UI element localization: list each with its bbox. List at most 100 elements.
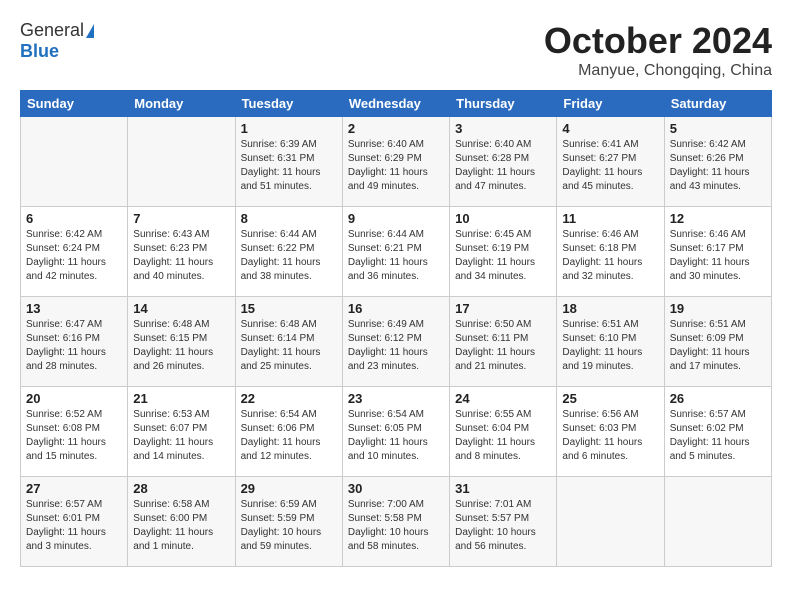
page-header: General Blue October 2024 Manyue, Chongq… [20, 20, 772, 80]
header-day-monday: Monday [128, 91, 235, 117]
month-title: October 2024 [544, 20, 772, 62]
day-cell [128, 117, 235, 207]
day-number: 8 [241, 211, 337, 226]
location-title: Manyue, Chongqing, China [544, 62, 772, 80]
logo: General Blue [20, 20, 94, 62]
day-info: Sunrise: 6:58 AM Sunset: 6:00 PM Dayligh… [133, 498, 229, 554]
logo-blue-text: Blue [20, 41, 59, 62]
day-info: Sunrise: 6:48 AM Sunset: 6:15 PM Dayligh… [133, 318, 229, 374]
day-number: 25 [562, 391, 658, 406]
day-cell: 6Sunrise: 6:42 AM Sunset: 6:24 PM Daylig… [21, 207, 128, 297]
day-number: 11 [562, 211, 658, 226]
week-row-1: 1 Sunrise: 6:39 AM Sunset: 6:31 PM Daylig… [21, 117, 772, 207]
day-cell: 23 Sunrise: 6:54 AM Sunset: 6:05 PM Dayli… [342, 387, 449, 477]
day-cell: 12 Sunrise: 6:46 AM Sunset: 6:17 PM Dayli… [664, 207, 771, 297]
day-cell: 27Sunrise: 6:57 AM Sunset: 6:01 PM Dayli… [21, 477, 128, 567]
day-number: 14 [133, 301, 229, 316]
day-cell: 9 Sunrise: 6:44 AM Sunset: 6:21 PM Daylig… [342, 207, 449, 297]
title-block: October 2024 Manyue, Chongqing, China [544, 20, 772, 80]
day-number: 26 [670, 391, 766, 406]
day-cell: 21 Sunrise: 6:53 AM Sunset: 6:07 PM Dayli… [128, 387, 235, 477]
day-number: 29 [241, 481, 337, 496]
day-number: 28 [133, 481, 229, 496]
day-cell: 8 Sunrise: 6:44 AM Sunset: 6:22 PM Daylig… [235, 207, 342, 297]
day-cell: 18 Sunrise: 6:51 AM Sunset: 6:10 PM Dayli… [557, 297, 664, 387]
day-number: 10 [455, 211, 551, 226]
day-info: Sunrise: 6:43 AM Sunset: 6:23 PM Dayligh… [133, 228, 229, 284]
day-number: 2 [348, 121, 444, 136]
day-cell: 26 Sunrise: 6:57 AM Sunset: 6:02 PM Dayli… [664, 387, 771, 477]
day-cell [557, 477, 664, 567]
day-info: Sunrise: 6:56 AM Sunset: 6:03 PM Dayligh… [562, 408, 658, 464]
week-row-5: 27Sunrise: 6:57 AM Sunset: 6:01 PM Dayli… [21, 477, 772, 567]
day-info: Sunrise: 6:39 AM Sunset: 6:31 PM Dayligh… [241, 138, 337, 194]
day-info: Sunrise: 6:40 AM Sunset: 6:28 PM Dayligh… [455, 138, 551, 194]
day-info: Sunrise: 6:45 AM Sunset: 6:19 PM Dayligh… [455, 228, 551, 284]
day-cell: 7Sunrise: 6:43 AM Sunset: 6:23 PM Daylig… [128, 207, 235, 297]
day-info: Sunrise: 6:48 AM Sunset: 6:14 PM Dayligh… [241, 318, 337, 374]
week-row-3: 13Sunrise: 6:47 AM Sunset: 6:16 PM Dayli… [21, 297, 772, 387]
day-number: 9 [348, 211, 444, 226]
day-cell: 3Sunrise: 6:40 AM Sunset: 6:28 PM Daylig… [450, 117, 557, 207]
day-info: Sunrise: 6:41 AM Sunset: 6:27 PM Dayligh… [562, 138, 658, 194]
day-info: Sunrise: 6:54 AM Sunset: 6:05 PM Dayligh… [348, 408, 444, 464]
day-cell: 14 Sunrise: 6:48 AM Sunset: 6:15 PM Dayli… [128, 297, 235, 387]
header-day-tuesday: Tuesday [235, 91, 342, 117]
day-info: Sunrise: 6:44 AM Sunset: 6:22 PM Dayligh… [241, 228, 337, 284]
day-number: 5 [670, 121, 766, 136]
day-info: Sunrise: 7:01 AM Sunset: 5:57 PM Dayligh… [455, 498, 551, 554]
day-cell: 28 Sunrise: 6:58 AM Sunset: 6:00 PM Dayli… [128, 477, 235, 567]
day-cell: 31 Sunrise: 7:01 AM Sunset: 5:57 PM Dayli… [450, 477, 557, 567]
day-number: 17 [455, 301, 551, 316]
day-info: Sunrise: 6:52 AM Sunset: 6:08 PM Dayligh… [26, 408, 122, 464]
day-number: 21 [133, 391, 229, 406]
day-cell: 25 Sunrise: 6:56 AM Sunset: 6:03 PM Dayli… [557, 387, 664, 477]
day-info: Sunrise: 6:55 AM Sunset: 6:04 PM Dayligh… [455, 408, 551, 464]
day-cell: 5Sunrise: 6:42 AM Sunset: 6:26 PM Daylig… [664, 117, 771, 207]
day-number: 31 [455, 481, 551, 496]
header-row: SundayMondayTuesdayWednesdayThursdayFrid… [21, 91, 772, 117]
day-number: 15 [241, 301, 337, 316]
day-cell [21, 117, 128, 207]
header-day-thursday: Thursday [450, 91, 557, 117]
day-info: Sunrise: 6:59 AM Sunset: 5:59 PM Dayligh… [241, 498, 337, 554]
day-cell: 19Sunrise: 6:51 AM Sunset: 6:09 PM Dayli… [664, 297, 771, 387]
day-number: 30 [348, 481, 444, 496]
day-cell: 29 Sunrise: 6:59 AM Sunset: 5:59 PM Dayli… [235, 477, 342, 567]
day-cell: 1 Sunrise: 6:39 AM Sunset: 6:31 PM Daylig… [235, 117, 342, 207]
day-info: Sunrise: 6:57 AM Sunset: 6:02 PM Dayligh… [670, 408, 766, 464]
day-cell: 2Sunrise: 6:40 AM Sunset: 6:29 PM Daylig… [342, 117, 449, 207]
day-number: 12 [670, 211, 766, 226]
day-info: Sunrise: 6:50 AM Sunset: 6:11 PM Dayligh… [455, 318, 551, 374]
day-info: Sunrise: 6:42 AM Sunset: 6:24 PM Dayligh… [26, 228, 122, 284]
day-cell: 15 Sunrise: 6:48 AM Sunset: 6:14 PM Dayli… [235, 297, 342, 387]
day-cell [664, 477, 771, 567]
day-number: 18 [562, 301, 658, 316]
week-row-2: 6Sunrise: 6:42 AM Sunset: 6:24 PM Daylig… [21, 207, 772, 297]
day-info: Sunrise: 6:46 AM Sunset: 6:17 PM Dayligh… [670, 228, 766, 284]
day-number: 4 [562, 121, 658, 136]
day-number: 16 [348, 301, 444, 316]
day-number: 23 [348, 391, 444, 406]
logo-triangle-icon [86, 24, 94, 38]
day-info: Sunrise: 6:49 AM Sunset: 6:12 PM Dayligh… [348, 318, 444, 374]
day-cell: 13Sunrise: 6:47 AM Sunset: 6:16 PM Dayli… [21, 297, 128, 387]
logo-general-text: General [20, 20, 84, 41]
day-cell: 20 Sunrise: 6:52 AM Sunset: 6:08 PM Dayli… [21, 387, 128, 477]
day-cell: 17 Sunrise: 6:50 AM Sunset: 6:11 PM Dayli… [450, 297, 557, 387]
day-info: Sunrise: 6:54 AM Sunset: 6:06 PM Dayligh… [241, 408, 337, 464]
day-info: Sunrise: 6:51 AM Sunset: 6:10 PM Dayligh… [562, 318, 658, 374]
day-info: Sunrise: 6:47 AM Sunset: 6:16 PM Dayligh… [26, 318, 122, 374]
header-day-wednesday: Wednesday [342, 91, 449, 117]
day-number: 1 [241, 121, 337, 136]
day-info: Sunrise: 6:44 AM Sunset: 6:21 PM Dayligh… [348, 228, 444, 284]
day-info: Sunrise: 6:46 AM Sunset: 6:18 PM Dayligh… [562, 228, 658, 284]
day-cell: 24 Sunrise: 6:55 AM Sunset: 6:04 PM Dayli… [450, 387, 557, 477]
day-number: 24 [455, 391, 551, 406]
day-info: Sunrise: 7:00 AM Sunset: 5:58 PM Dayligh… [348, 498, 444, 554]
calendar-table: SundayMondayTuesdayWednesdayThursdayFrid… [20, 90, 772, 567]
day-number: 20 [26, 391, 122, 406]
day-cell: 16 Sunrise: 6:49 AM Sunset: 6:12 PM Dayli… [342, 297, 449, 387]
day-info: Sunrise: 6:53 AM Sunset: 6:07 PM Dayligh… [133, 408, 229, 464]
day-number: 19 [670, 301, 766, 316]
